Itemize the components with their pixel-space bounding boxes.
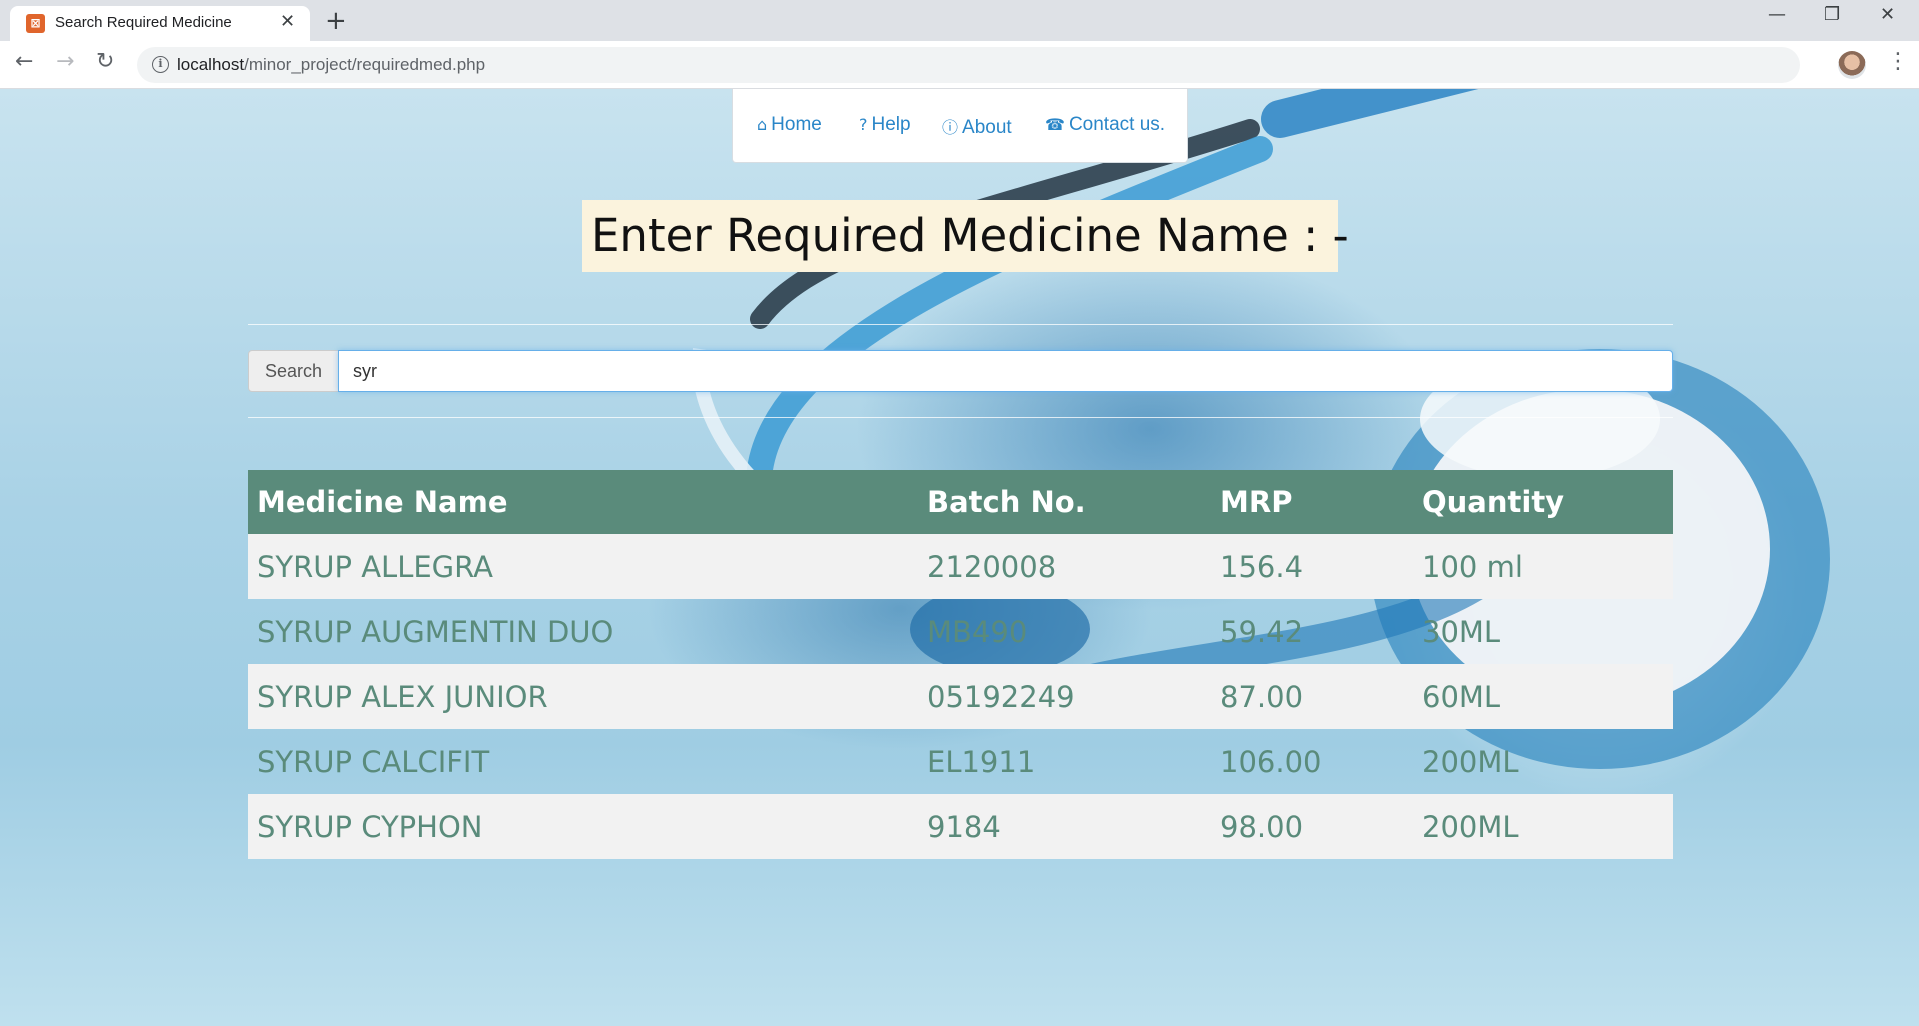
window-minimize-icon[interactable]: — — [1768, 4, 1786, 25]
search-label: Search — [248, 350, 339, 392]
mrp-cell: 59.42 — [1220, 614, 1304, 649]
batch-no-cell: 2120008 — [918, 534, 1211, 599]
tab-close-icon[interactable]: ✕ — [280, 11, 295, 32]
column-header-quantity: Quantity — [1413, 470, 1673, 534]
search-input[interactable] — [338, 350, 1673, 392]
table-row: SYRUP CALCIFIT EL1911 106.00 200ML — [248, 729, 1673, 794]
reload-icon[interactable]: ↻ — [96, 49, 114, 74]
batch-no-cell: EL1911 — [927, 744, 1036, 779]
medicine-name-cell: SYRUP CALCIFIT — [257, 744, 490, 779]
home-icon: ⌂ — [757, 115, 768, 134]
xampp-favicon-icon: ⊠ — [26, 14, 45, 33]
quantity-cell: 30ML — [1422, 614, 1501, 649]
profile-avatar[interactable] — [1838, 51, 1866, 79]
column-header-medicine-name: Medicine Name — [248, 470, 918, 534]
new-tab-icon[interactable]: + — [325, 6, 347, 36]
table-row: SYRUP ALEX JUNIOR 05192249 87.00 60ML — [248, 664, 1673, 729]
nav-home-link[interactable]: ⌂ Home — [757, 114, 822, 136]
phone-icon: ☎ — [1045, 115, 1065, 134]
medicine-name-cell: SYRUP ALEX JUNIOR — [248, 664, 918, 729]
medicine-name-cell: SYRUP ALLEGRA — [248, 534, 918, 599]
quantity-cell: 200ML — [1422, 744, 1519, 779]
search-group: Search — [248, 350, 1673, 392]
nav-about-link[interactable]: ⓘ About — [942, 114, 1012, 139]
browser-toolbar: ← → ↻ i localhost/minor_project/required… — [0, 41, 1919, 89]
table-row: SYRUP ALLEGRA 2120008 156.4 100 ml — [248, 534, 1673, 599]
quantity-cell: 200ML — [1413, 794, 1673, 859]
address-bar[interactable]: i localhost/minor_project/requiredmed.ph… — [137, 47, 1800, 83]
batch-no-cell: MB490 — [927, 614, 1028, 649]
nav-help-link[interactable]: ? Help — [859, 114, 911, 136]
browser-tabbar: ⊠ Search Required Medicine ✕ + — ❐ ✕ — [0, 0, 1919, 41]
mrp-cell: 156.4 — [1211, 534, 1413, 599]
divider — [248, 324, 1673, 325]
mrp-cell: 106.00 — [1220, 744, 1322, 779]
batch-no-cell: 9184 — [918, 794, 1211, 859]
table-header-row: Medicine Name Batch No. MRP Quantity — [248, 470, 1673, 534]
browser-menu-icon[interactable]: ⋮ — [1887, 49, 1909, 74]
medicine-name-cell: SYRUP AUGMENTIN DUO — [257, 614, 614, 649]
table-row: SYRUP AUGMENTIN DUO MB490 59.42 30ML — [248, 599, 1673, 664]
site-info-icon[interactable]: i — [152, 56, 169, 73]
nav-contact-link[interactable]: ☎ Contact us. — [1045, 114, 1165, 136]
window-restore-icon[interactable]: ❐ — [1824, 4, 1840, 25]
medicine-results-table: Medicine Name Batch No. MRP Quantity SYR… — [248, 470, 1673, 859]
url-text[interactable]: localhost/minor_project/requiredmed.php — [177, 55, 485, 75]
medicine-name-cell: SYRUP CYPHON — [248, 794, 918, 859]
tab-title: Search Required Medicine — [55, 14, 232, 31]
table-row: SYRUP CYPHON 9184 98.00 200ML — [248, 794, 1673, 859]
quantity-cell: 100 ml — [1413, 534, 1673, 599]
top-navbar: ⌂ Home ? Help ⓘ About ☎ Contact us. — [732, 89, 1188, 163]
mrp-cell: 98.00 — [1211, 794, 1413, 859]
info-circle-icon: ⓘ — [942, 118, 959, 137]
quantity-cell: 60ML — [1413, 664, 1673, 729]
forward-arrow-icon[interactable]: → — [56, 49, 74, 74]
divider — [248, 417, 1673, 418]
page-title: Enter Required Medicine Name : - — [582, 200, 1349, 272]
batch-no-cell: 05192249 — [918, 664, 1211, 729]
page-background: ⌂ Home ? Help ⓘ About ☎ Contact us. Enter Re… — [0, 89, 1919, 1026]
back-arrow-icon[interactable]: ← — [15, 49, 33, 74]
question-icon: ? — [859, 115, 868, 134]
mrp-cell: 87.00 — [1211, 664, 1413, 729]
column-header-batch-no: Batch No. — [918, 470, 1211, 534]
window-close-icon[interactable]: ✕ — [1880, 4, 1895, 25]
browser-tab[interactable]: ⊠ Search Required Medicine ✕ — [10, 6, 310, 41]
column-header-mrp: MRP — [1211, 470, 1413, 534]
